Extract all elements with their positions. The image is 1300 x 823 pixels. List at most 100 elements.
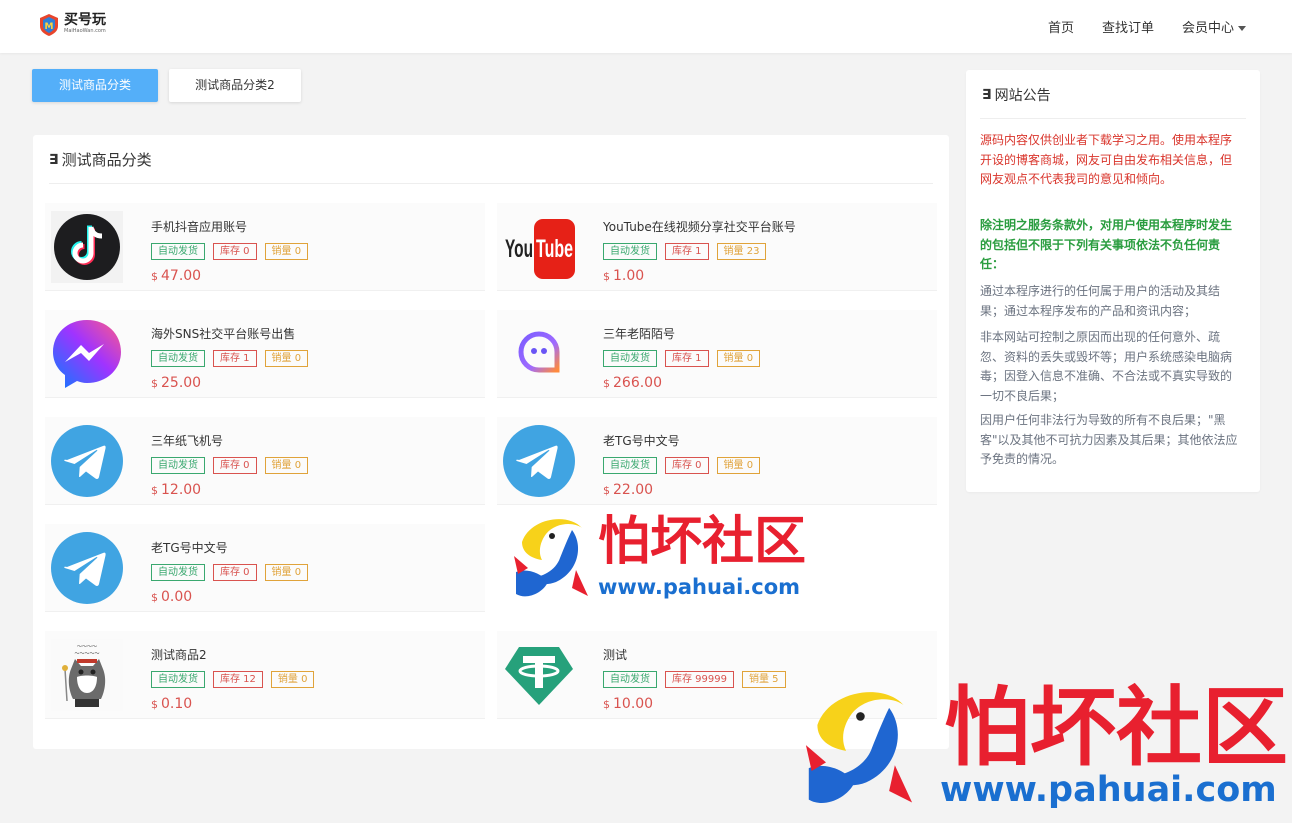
fish-logo-icon bbox=[514, 519, 588, 597]
stock-badge: 库存 12 bbox=[213, 671, 263, 688]
currency-symbol: $ bbox=[151, 377, 158, 390]
auto-delivery-badge: 自动发货 bbox=[603, 457, 657, 474]
sales-badge: 销量 0 bbox=[270, 671, 315, 688]
notice-heading: ∃ 网站公告 bbox=[982, 85, 1051, 105]
watermark-url: www.pahuai.com bbox=[598, 575, 801, 599]
product-name[interactable]: 老TG号中文号 bbox=[151, 539, 228, 556]
product-badges: 自动发货 库存 1 销量 0 bbox=[603, 350, 768, 367]
currency-symbol: $ bbox=[151, 270, 158, 283]
auto-delivery-badge: 自动发货 bbox=[151, 457, 205, 474]
svg-text:～～～～～: ～～～～～ bbox=[74, 651, 99, 657]
sales-badge: 销量 0 bbox=[264, 564, 309, 581]
sales-badge: 销量 0 bbox=[264, 350, 309, 367]
notice-paragraph: 源码内容仅供创业者下载学习之用。使用本程序开设的博客商城，网友可自由发布相关信息… bbox=[980, 133, 1233, 186]
product-price: $47.00 bbox=[151, 268, 201, 284]
product-name[interactable]: 测试 bbox=[603, 646, 627, 663]
product-price: $1.00 bbox=[603, 268, 644, 284]
price-value: 266.00 bbox=[613, 375, 662, 391]
stock-badge: 库存 0 bbox=[665, 457, 709, 474]
auto-delivery-badge: 自动发货 bbox=[151, 671, 205, 688]
nav-home[interactable]: 首页 bbox=[1048, 17, 1074, 36]
sales-badge: 销量 23 bbox=[716, 243, 767, 260]
stock-badge: 库存 0 bbox=[213, 457, 257, 474]
product-price: $12.00 bbox=[151, 482, 201, 498]
tab-category-1[interactable]: 测试商品分类 bbox=[32, 69, 158, 102]
telegram-icon bbox=[51, 532, 123, 604]
logo-name: 买号玩 bbox=[64, 12, 106, 28]
fish-logo-icon bbox=[805, 692, 913, 804]
cat-meme-image: ～～～～ ～～～～～ bbox=[51, 639, 123, 711]
price-value: 10.00 bbox=[613, 696, 654, 712]
auto-delivery-badge: 自动发货 bbox=[151, 243, 205, 260]
watermark-url: www.pahuai.com bbox=[940, 770, 1277, 810]
auto-delivery-badge: 自动发货 bbox=[603, 243, 657, 260]
product-price: $10.00 bbox=[603, 696, 653, 712]
messenger-icon bbox=[53, 320, 121, 388]
product-name[interactable]: 海外SNS社交平台账号出售 bbox=[151, 325, 295, 342]
tab-category-2[interactable]: 测试商品分类2 bbox=[169, 69, 301, 102]
price-value: 25.00 bbox=[161, 375, 202, 391]
product-badges: 自动发货 库存 0 销量 0 bbox=[151, 243, 316, 260]
price-value: 1.00 bbox=[613, 268, 645, 284]
product-name[interactable]: 老TG号中文号 bbox=[603, 432, 680, 449]
product-card[interactable]: 老TG号中文号 自动发货 库存 0 销量 0 $22.00 bbox=[497, 417, 937, 505]
stock-badge: 库存 0 bbox=[213, 564, 257, 581]
watermark-title: 怕坏社区 bbox=[944, 677, 1288, 778]
product-name[interactable]: 三年纸飞机号 bbox=[151, 432, 223, 449]
notice-title: 网站公告 bbox=[994, 88, 1051, 104]
svg-text:～～～～: ～～～～ bbox=[77, 644, 97, 650]
panel-title: 测试商品分类 bbox=[61, 151, 152, 169]
notice-paragraph: 非本网站可控制之原因而出现的任何意外、疏忽、资料的丢失或毁坏等；用户系统感染电脑… bbox=[980, 330, 1233, 403]
telegram-icon bbox=[51, 425, 123, 497]
currency-symbol: $ bbox=[151, 591, 158, 604]
stock-badge: 库存 99999 bbox=[665, 671, 734, 688]
price-value: 12.00 bbox=[161, 482, 202, 498]
nav-member-center[interactable]: 会员中心 bbox=[1182, 17, 1246, 36]
product-card[interactable]: 三年老陌陌号 自动发货 库存 1 销量 0 $266.00 bbox=[497, 310, 937, 398]
product-card[interactable]: You Tube YouTube在线视频分享社交平台账号 自动发货 库存 1 销… bbox=[497, 203, 937, 291]
page-scrollbar[interactable] bbox=[1292, 0, 1300, 823]
product-card[interactable]: ～～～～ ～～～～～ 测试商品2 自动发货 库存 12 销量 0 $0.10 bbox=[45, 631, 485, 719]
product-card[interactable]: 老TG号中文号 自动发货 库存 0 销量 0 $0.00 bbox=[45, 524, 485, 612]
price-value: 0.00 bbox=[161, 589, 193, 605]
main-nav: 首页 查找订单 会员中心 bbox=[1020, 0, 1246, 53]
currency-symbol: $ bbox=[151, 698, 158, 711]
notice-paragraph: 除注明之服务条款外，对用户使用本程序时发生的包括但不限于下列有关事项依法不负任何… bbox=[980, 218, 1233, 271]
telegram-icon bbox=[503, 425, 575, 497]
youtube-icon: You Tube bbox=[505, 219, 575, 279]
product-name[interactable]: 三年老陌陌号 bbox=[603, 325, 675, 342]
currency-symbol: $ bbox=[603, 484, 610, 497]
product-badges: 自动发货 库存 0 销量 0 bbox=[151, 457, 316, 474]
notice-title-icon: ∃ bbox=[982, 87, 992, 103]
logo-subtitle: MaiHaoWan.com bbox=[64, 28, 106, 34]
product-badges: 自动发货 库存 1 销量 23 bbox=[603, 243, 774, 260]
product-name[interactable]: YouTube在线视频分享社交平台账号 bbox=[603, 218, 796, 235]
product-badges: 自动发货 库存 12 销量 0 bbox=[151, 671, 322, 688]
momo-icon bbox=[518, 331, 560, 373]
product-card[interactable]: 海外SNS社交平台账号出售 自动发货 库存 1 销量 0 $25.00 bbox=[45, 310, 485, 398]
product-price: $25.00 bbox=[151, 375, 201, 391]
currency-symbol: $ bbox=[603, 698, 610, 711]
product-card[interactable]: 三年纸飞机号 自动发货 库存 0 销量 0 $12.00 bbox=[45, 417, 485, 505]
product-badges: 自动发货 库存 1 销量 0 bbox=[151, 350, 316, 367]
product-card[interactable]: 手机抖音应用账号 自动发货 库存 0 销量 0 $47.00 bbox=[45, 203, 485, 291]
currency-symbol: $ bbox=[603, 270, 610, 283]
nav-find-order[interactable]: 查找订单 bbox=[1102, 17, 1154, 36]
svg-text:You: You bbox=[505, 235, 533, 263]
price-value: 47.00 bbox=[161, 268, 202, 284]
product-price: $266.00 bbox=[603, 375, 662, 391]
sales-badge: 销量 0 bbox=[264, 243, 309, 260]
svg-text:Tube: Tube bbox=[536, 235, 573, 263]
product-badges: 自动发货 库存 99999 销量 5 bbox=[603, 671, 794, 688]
product-name[interactable]: 测试商品2 bbox=[151, 646, 207, 663]
watermark-title: 怕坏社区 bbox=[598, 511, 807, 572]
panel-heading: ∃ 测试商品分类 bbox=[49, 149, 152, 170]
auto-delivery-badge: 自动发货 bbox=[603, 671, 657, 688]
price-value: 22.00 bbox=[613, 482, 654, 498]
notice-paragraph: 通过本程序进行的任何属于用户的活动及其结果；通过本程序发布的产品和资讯内容； bbox=[980, 284, 1221, 318]
tether-icon bbox=[505, 647, 573, 705]
site-notice-panel: ∃ 网站公告 源码内容仅供创业者下载学习之用。使用本程序开设的博客商城，网友可自… bbox=[966, 70, 1260, 492]
sales-badge: 销量 0 bbox=[264, 457, 309, 474]
product-name[interactable]: 手机抖音应用账号 bbox=[151, 218, 247, 235]
site-logo[interactable]: M 买号玩 MaiHaoWan.com bbox=[38, 13, 106, 37]
